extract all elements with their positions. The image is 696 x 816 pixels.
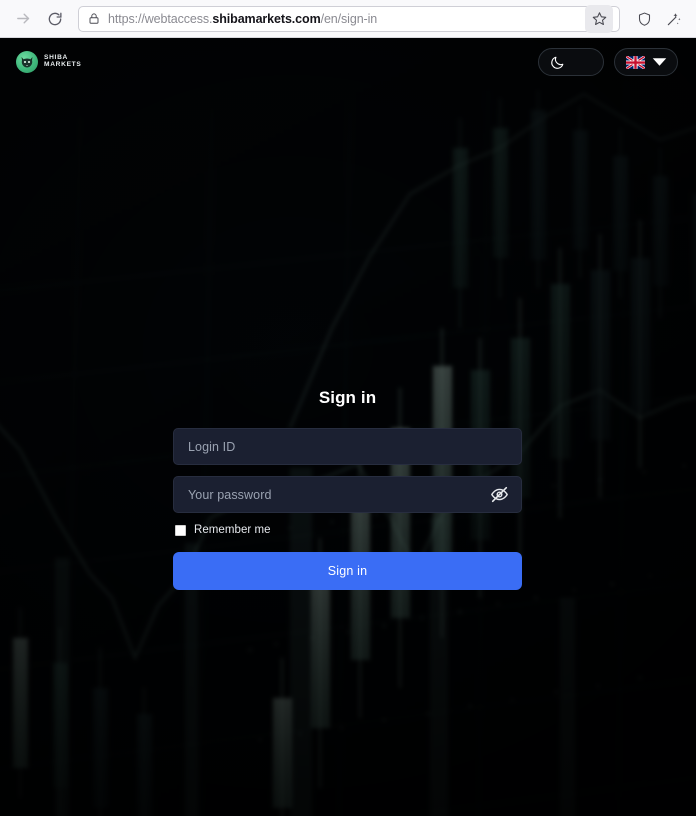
- url-domain: shibamarkets.com: [212, 11, 321, 26]
- moon-icon: [551, 56, 564, 69]
- url-suffix: /en/sign-in: [320, 11, 378, 26]
- web-page: SHIBA MARKETS Sign in Login ID Your pass…: [0, 38, 696, 816]
- url-text: https://webtaccess.shibamarkets.com/en/s…: [108, 6, 577, 32]
- brand-logo[interactable]: SHIBA MARKETS: [16, 51, 82, 73]
- uk-flag-icon: [625, 55, 645, 69]
- language-selector[interactable]: [614, 48, 678, 76]
- login-id-field[interactable]: Login ID: [173, 428, 522, 465]
- browser-toolbar: https://webtaccess.shibamarkets.com/en/s…: [0, 0, 696, 38]
- shiba-dog-logo-icon: [16, 51, 38, 73]
- eye-off-icon[interactable]: [488, 484, 510, 506]
- remember-me-row[interactable]: Remember me: [173, 524, 522, 536]
- padlock-icon: [88, 12, 100, 25]
- theme-toggle[interactable]: [538, 48, 604, 76]
- url-bar[interactable]: https://webtaccess.shibamarkets.com/en/s…: [78, 4, 620, 33]
- page-title: Sign in: [318, 388, 377, 407]
- remember-me-checkbox[interactable]: [175, 524, 186, 536]
- signin-form: Sign in Login ID Your password Remember …: [173, 388, 522, 590]
- reload-icon[interactable]: [40, 4, 70, 34]
- chevron-down-icon: [652, 58, 666, 66]
- remember-me-label: Remember me: [194, 524, 271, 536]
- forward-arrow-icon[interactable]: [8, 4, 38, 34]
- site-header: SHIBA MARKETS: [0, 38, 696, 86]
- password-placeholder: Your password: [188, 487, 272, 502]
- sparkle-wand-icon[interactable]: [660, 5, 688, 33]
- brand-line-2: MARKETS: [44, 61, 82, 68]
- star-icon[interactable]: [585, 4, 613, 33]
- url-prefix: https://webtaccess.: [108, 11, 213, 26]
- login-id-placeholder: Login ID: [188, 439, 236, 454]
- header-controls: [538, 48, 678, 76]
- brand-text: SHIBA MARKETS: [44, 54, 82, 69]
- shield-icon[interactable]: [630, 5, 658, 33]
- signin-button[interactable]: Sign in: [173, 552, 522, 590]
- password-field[interactable]: Your password: [173, 476, 522, 513]
